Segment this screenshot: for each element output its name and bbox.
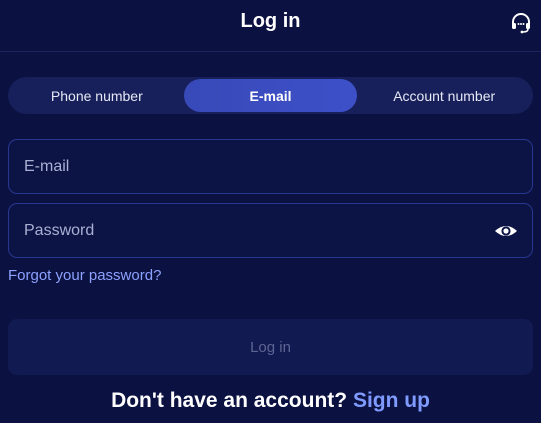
tab-phone-number[interactable]: Phone number: [10, 79, 184, 112]
password-field[interactable]: [9, 204, 532, 257]
login-method-tabs: Phone number E-mail Account number: [8, 77, 533, 114]
headset-icon[interactable]: [509, 11, 533, 35]
tab-email[interactable]: E-mail: [183, 79, 358, 112]
password-field-container: [8, 203, 533, 258]
login-button[interactable]: Log in: [8, 319, 533, 375]
email-field[interactable]: [9, 140, 532, 193]
email-field-container: [8, 139, 533, 194]
signup-prompt-text: Don't have an account?: [111, 389, 348, 412]
forgot-password-link[interactable]: Forgot your password?: [8, 267, 161, 284]
signup-prompt: Don't have an account? Sign up: [0, 389, 541, 413]
eye-icon[interactable]: [494, 220, 518, 242]
page-title: Log in: [240, 10, 301, 32]
header: Log in: [0, 0, 541, 52]
signup-link[interactable]: Sign up: [353, 389, 430, 412]
tab-account-number[interactable]: Account number: [357, 79, 531, 112]
